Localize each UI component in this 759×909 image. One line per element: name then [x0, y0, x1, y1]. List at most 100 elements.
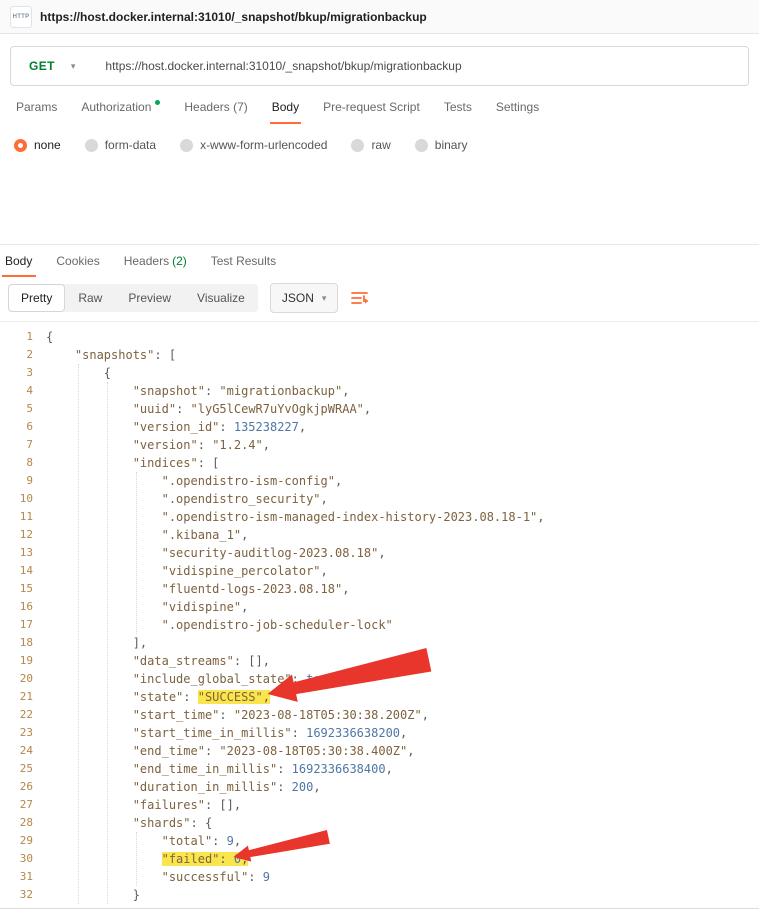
line-number: 30 — [0, 850, 46, 868]
line-number: 22 — [0, 706, 46, 724]
code-line: 22 "start_time": "2023-08-18T05:30:38.20… — [0, 706, 759, 724]
response-tab-test-results[interactable]: Test Results — [199, 245, 288, 277]
tab-settings[interactable]: Settings — [484, 90, 551, 124]
tab-label: Body — [5, 254, 32, 268]
line-number: 11 — [0, 508, 46, 526]
tab-label: Cookies — [56, 254, 99, 268]
line-number: 27 — [0, 796, 46, 814]
radio-label: form-data — [105, 138, 156, 152]
tab-params[interactable]: Params — [4, 90, 69, 124]
line-number: 21 — [0, 688, 46, 706]
line-number: 14 — [0, 562, 46, 580]
code-line: 23 "start_time_in_millis": 1692336638200… — [0, 724, 759, 742]
code-line: 15 "fluentd-logs-2023.08.18", — [0, 580, 759, 598]
line-number: 20 — [0, 670, 46, 688]
line-number: 6 — [0, 418, 46, 436]
tab-count: (2) — [172, 254, 187, 268]
code-line: 26 "duration_in_millis": 200, — [0, 778, 759, 796]
url-input[interactable]: https://host.docker.internal:31010/_snap… — [91, 59, 461, 73]
indent-guide — [78, 364, 79, 904]
line-number: 19 — [0, 652, 46, 670]
code-line: 30 "failed": 0, — [0, 850, 759, 868]
code-line: 24 "end_time": "2023-08-18T05:30:38.400Z… — [0, 742, 759, 760]
tab-pre-request-script[interactable]: Pre-request Script — [311, 90, 432, 124]
radio-icon — [415, 139, 428, 152]
chevron-down-icon: ▾ — [322, 294, 327, 303]
response-tab-cookies[interactable]: Cookies — [44, 245, 111, 277]
response-tabs: Body Cookies Headers(2) Test Results — [0, 245, 759, 277]
line-number: 7 — [0, 436, 46, 454]
code-line: 14 "vidispine_percolator", — [0, 562, 759, 580]
method-dropdown[interactable]: GET ▾ — [11, 59, 91, 73]
line-number: 17 — [0, 616, 46, 634]
tab-label: Tests — [444, 100, 472, 114]
response-tab-headers[interactable]: Headers(2) — [112, 245, 199, 277]
line-number: 4 — [0, 382, 46, 400]
tab-label: Headers (7) — [184, 100, 247, 114]
request-tabs: Params Authorization Headers (7) Body Pre-re… — [4, 90, 755, 124]
line-number: 25 — [0, 760, 46, 778]
request-tab-title[interactable]: https://host.docker.internal:31010/_snap… — [40, 10, 427, 24]
radio-none[interactable]: none — [14, 138, 61, 152]
format-label: JSON — [282, 291, 314, 305]
view-raw[interactable]: Raw — [65, 284, 115, 312]
response-body-json[interactable]: 1{2 "snapshots": [3 {4 "snapshot": "migr… — [0, 321, 759, 909]
tab-tests[interactable]: Tests — [432, 90, 484, 124]
radio-x-www-form-urlencoded[interactable]: x-www-form-urlencoded — [180, 138, 327, 152]
tab-label: Params — [16, 100, 57, 114]
radio-icon — [180, 139, 193, 152]
code-line: 4 "snapshot": "migrationbackup", — [0, 382, 759, 400]
code-line: 29 "total": 9, — [0, 832, 759, 850]
radio-form-data[interactable]: form-data — [85, 138, 156, 152]
line-number: 31 — [0, 868, 46, 886]
tab-headers-7[interactable]: Headers (7) — [172, 90, 259, 124]
radio-binary[interactable]: binary — [415, 138, 468, 152]
response-view-bar: PrettyRawPreviewVisualize JSON ▾ — [0, 277, 759, 319]
code-line: 3 { — [0, 364, 759, 382]
chevron-down-icon: ▾ — [71, 62, 76, 71]
radio-label: binary — [435, 138, 468, 152]
radio-raw[interactable]: raw — [351, 138, 390, 152]
code-line: 27 "failures": [], — [0, 796, 759, 814]
tab-label: Body — [272, 100, 299, 114]
tab-body[interactable]: Body — [260, 90, 311, 124]
response-tab-body[interactable]: Body — [2, 245, 44, 277]
tab-label: Settings — [496, 100, 539, 114]
radio-label: none — [34, 138, 61, 152]
indent-guide — [136, 832, 137, 886]
view-preview[interactable]: Preview — [115, 284, 184, 312]
wrap-lines-icon[interactable] — [350, 289, 370, 307]
code-line: 17 ".opendistro-job-scheduler-lock" — [0, 616, 759, 634]
format-dropdown[interactable]: JSON ▾ — [270, 283, 339, 313]
line-number: 1 — [0, 328, 46, 346]
radio-label: x-www-form-urlencoded — [200, 138, 327, 152]
line-number: 13 — [0, 544, 46, 562]
radio-icon — [14, 139, 27, 152]
request-body-empty-area — [0, 164, 759, 244]
line-number: 23 — [0, 724, 46, 742]
view-visualize[interactable]: Visualize — [184, 284, 258, 312]
tab-label: Test Results — [211, 254, 276, 268]
line-number: 18 — [0, 634, 46, 652]
code-line: 25 "end_time_in_millis": 1692336638400, — [0, 760, 759, 778]
tab-label: Headers — [124, 254, 169, 268]
code-line: 1{ — [0, 328, 759, 346]
line-number: 15 — [0, 580, 46, 598]
line-number: 3 — [0, 364, 46, 382]
line-number: 5 — [0, 400, 46, 418]
line-number: 24 — [0, 742, 46, 760]
code-lines: 1{2 "snapshots": [3 {4 "snapshot": "migr… — [0, 328, 759, 904]
view-pretty[interactable]: Pretty — [8, 284, 65, 312]
tab-authorization[interactable]: Authorization — [69, 90, 172, 124]
method-label: GET — [29, 59, 55, 73]
http-request-icon: HTTP — [10, 6, 32, 28]
indent-guide — [136, 472, 137, 634]
indent-guide — [107, 382, 108, 904]
line-number: 29 — [0, 832, 46, 850]
radio-icon — [351, 139, 364, 152]
code-line: 28 "shards": { — [0, 814, 759, 832]
response-section: Body Cookies Headers(2) Test Results Pretty… — [0, 244, 759, 909]
tab-label: Pre-request Script — [323, 100, 420, 114]
code-line: 10 ".opendistro_security", — [0, 490, 759, 508]
code-line: 8 "indices": [ — [0, 454, 759, 472]
